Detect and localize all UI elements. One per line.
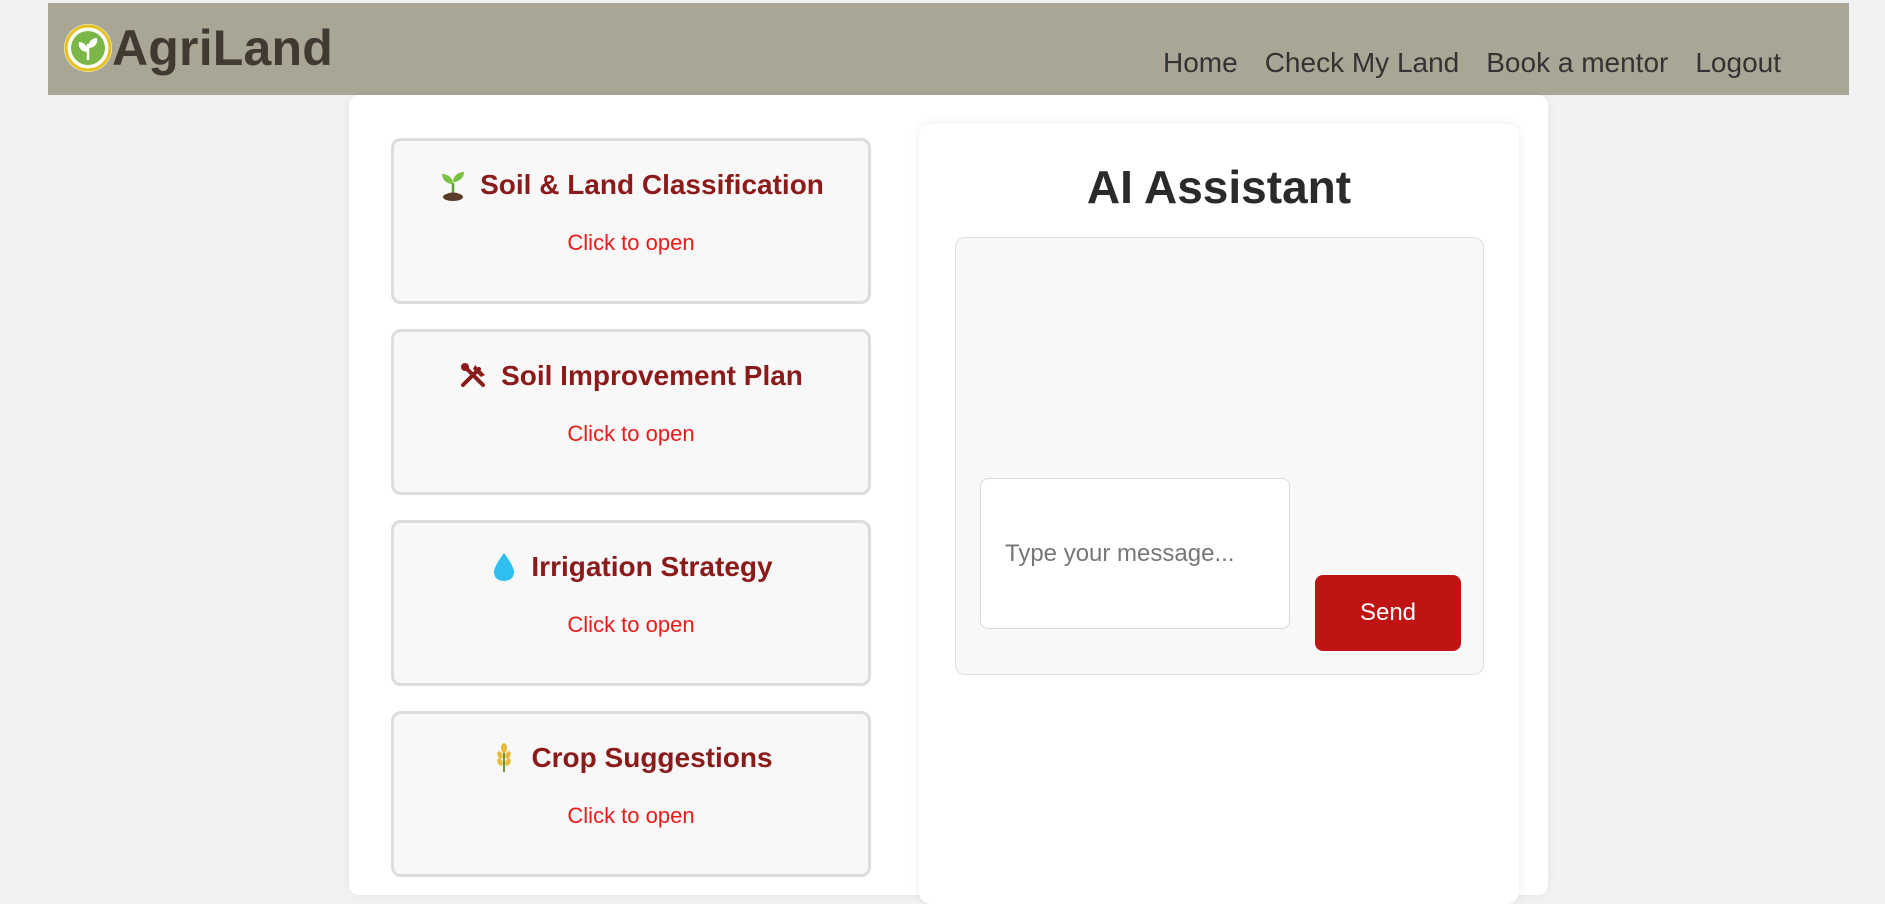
ai-assistant-panel: AI Assistant Send (919, 124, 1519, 904)
agriland-logo-icon (64, 24, 112, 72)
seedling-icon (438, 169, 468, 201)
chat-box: Send (955, 237, 1484, 675)
wheat-icon (489, 742, 519, 774)
card-subtitle: Click to open (567, 803, 695, 828)
card-soil-improvement-plan[interactable]: Soil Improvement Plan Click to open (391, 329, 871, 495)
card-subtitle: Click to open (567, 612, 695, 637)
card-irrigation-strategy[interactable]: Irrigation Strategy Click to open (391, 520, 871, 686)
card-soil-land-classification[interactable]: Soil & Land Classification Click to open (391, 138, 871, 304)
card-crop-suggestions[interactable]: Crop Suggestions Click to open (391, 711, 871, 877)
card-title: Irrigation Strategy (531, 551, 773, 582)
main-nav: Home Check My Land Book a mentor Logout (1163, 43, 1781, 83)
card-subtitle: Click to open (567, 421, 695, 446)
nav-book-a-mentor[interactable]: Book a mentor (1486, 43, 1668, 83)
hammer-wrench-icon (459, 360, 489, 392)
message-input[interactable] (980, 478, 1290, 629)
card-title: Soil & Land Classification (480, 169, 824, 200)
card-subtitle: Click to open (567, 230, 695, 255)
nav-home[interactable]: Home (1163, 43, 1238, 83)
nav-check-my-land[interactable]: Check My Land (1265, 43, 1460, 83)
nav-logout[interactable]: Logout (1695, 43, 1781, 83)
top-navbar: AgriLand Home Check My Land Book a mento… (48, 3, 1849, 95)
main-panel: Soil & Land Classification Click to open… (349, 95, 1548, 904)
brand[interactable]: AgriLand (64, 23, 333, 73)
assistant-title: AI Assistant (1086, 161, 1352, 213)
card-title: Crop Suggestions (531, 742, 773, 773)
brand-name: AgriLand (112, 20, 334, 76)
water-drop-icon (489, 551, 519, 583)
card-title: Soil Improvement Plan (501, 360, 803, 391)
send-button[interactable]: Send (1315, 575, 1461, 651)
